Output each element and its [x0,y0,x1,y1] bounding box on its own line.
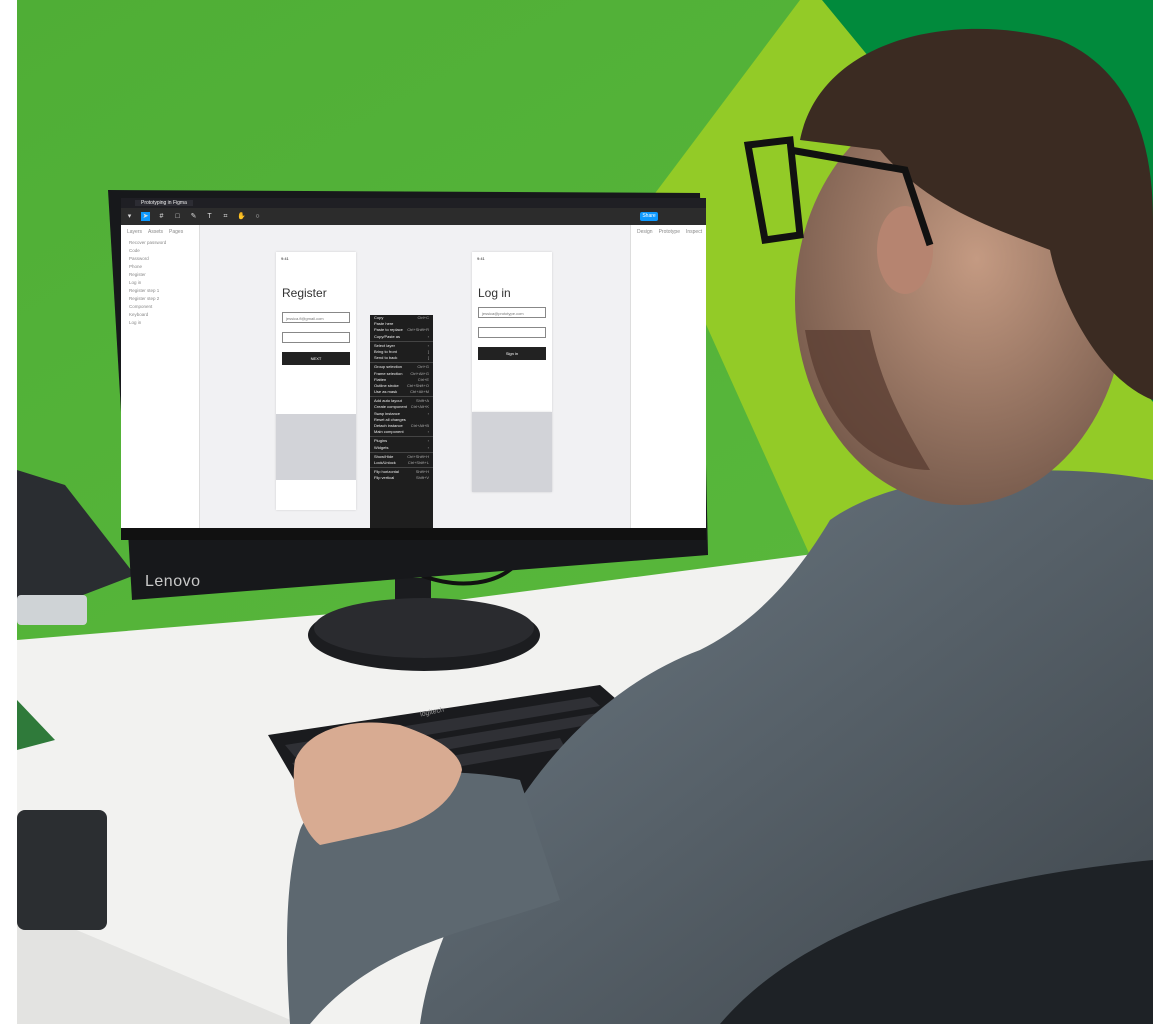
layer-item[interactable]: Password [121,255,199,263]
context-menu-item-shortcut: › [427,333,429,339]
context-menu-item[interactable]: Lock/Unlock Ctrl+Shift+L [370,460,433,466]
pen-tool-icon[interactable]: ✎ [189,212,198,221]
context-menu-item[interactable]: Copy/Paste as › [370,334,433,340]
layer-item[interactable]: Log in [121,319,199,327]
context-menu-item[interactable]: Send to back [ [370,355,433,361]
context-menu-item-shortcut: Ctrl+C [417,315,429,320]
login-frame[interactable]: 9:41 Log in jessica@prototype.com Sign i… [472,252,552,412]
tab-design[interactable]: Design [637,229,653,235]
frame-tool-icon[interactable]: # [157,212,166,221]
layer-item[interactable]: Phone [121,263,199,271]
tab-assets[interactable]: Assets [148,229,163,235]
context-menu-item-label: Lock/Unlock [374,459,396,465]
context-menu-item[interactable]: Use as mask Ctrl+Alt+M [370,389,433,395]
windows-taskbar [121,528,706,540]
layer-item[interactable]: Register step 2 [121,295,199,303]
monitor-brand-logo: Lenovo [145,573,201,590]
status-time: 9:41 [477,256,485,261]
layer-item[interactable]: Keyboard [121,311,199,319]
tab-pages[interactable]: Pages [169,229,183,235]
password-field[interactable] [282,332,350,343]
text-tool-icon[interactable]: T [205,212,214,221]
context-menu-item-shortcut: Ctrl+Alt+K [410,404,429,410]
layers-panel: Layers Assets Pages Recover password Cod… [121,225,200,528]
keyboard-mock [276,414,356,480]
context-menu-item-label: Send to back [374,355,398,361]
context-menu-item-shortcut: Ctrl+Alt+B [410,423,429,428]
layer-item[interactable]: Component [121,303,199,311]
tab-inspect[interactable]: Inspect [686,229,702,235]
share-button[interactable]: Share [640,212,658,221]
menu-separator [370,451,433,453]
move-tool-icon[interactable]: ➤ [141,212,150,221]
login-heading: Log in [478,286,511,300]
context-menu-item-shortcut: › [427,444,429,450]
login-keyboard-mock [472,412,552,492]
context-menu-item[interactable]: Main component › [370,429,433,435]
layer-item[interactable]: Recover password [121,239,199,247]
register-frame[interactable]: 9:41 Register jessica.fl@gmail.com NEXT [276,252,356,510]
browser-titlebar: Prototyping in Figma [121,198,706,208]
menu-separator [370,362,433,364]
context-menu-item-label: Widgets [374,444,389,450]
context-menu-item-label: Main component [374,429,404,435]
context-menu-item-shortcut: › [427,410,429,416]
tab-prototype[interactable]: Prototype [659,229,680,235]
monitor-screen: Prototyping in Figma ▾ ➤ # □ ✎ T ⌗ ✋ ○ S… [121,198,706,528]
menu-separator [370,396,433,398]
status-time: 9:41 [281,256,289,261]
context-menu-item[interactable]: Widgets › [370,445,433,451]
layer-item[interactable]: Log in [121,279,199,287]
context-menu-item-shortcut: › [427,429,429,435]
context-menu: Copy Ctrl+C Paste here Paste to replace Ctrl… [370,315,433,528]
browser-tab[interactable]: Prototyping in Figma [135,200,193,206]
layer-item[interactable]: Register [121,271,199,279]
context-menu-item-shortcut: Ctrl+Shift+L [407,459,429,465]
resources-icon[interactable]: ⌗ [221,212,230,221]
menu-separator [370,340,433,342]
sign-in-button[interactable]: Sign in [478,347,546,360]
phone-on-desk [17,810,107,930]
email-field[interactable]: jessica@prototype.com [478,307,546,318]
properties-panel: Design Prototype Inspect [630,225,706,528]
context-menu-item-shortcut: [ [427,355,429,361]
photo-scene: Prototyping in Figma ▾ ➤ # □ ✎ T ⌗ ✋ ○ S… [0,0,1153,1024]
context-menu-item[interactable]: Flip vertical Shift+V [370,475,433,481]
password-field[interactable] [478,327,546,338]
next-button[interactable]: NEXT [282,352,350,365]
context-menu-item-label: Copy/Paste as [374,333,401,339]
layer-item[interactable]: Code [121,247,199,255]
email-field[interactable]: jessica.fl@gmail.com [282,312,350,323]
register-heading: Register [282,286,327,300]
figma-toolbar: ▾ ➤ # □ ✎ T ⌗ ✋ ○ Share [121,208,706,225]
context-menu-item-shortcut: Ctrl+Shift+R [407,327,429,333]
context-menu-item-shortcut: Shift+V [415,475,429,481]
menu-separator [370,436,433,438]
context-menu-item-shortcut: Ctrl+Alt+M [410,389,429,395]
menu-icon[interactable]: ▾ [125,212,134,221]
context-menu-item-label: Use as mask [374,389,398,395]
layer-item[interactable]: Register step 1 [121,287,199,295]
hand-tool-icon[interactable]: ✋ [237,212,246,221]
comment-tool-icon[interactable]: ○ [253,212,262,221]
shape-tool-icon[interactable]: □ [173,212,182,221]
tab-layers[interactable]: Layers [127,229,142,235]
menu-separator [370,467,433,469]
context-menu-item-label: Flip vertical [374,475,395,481]
